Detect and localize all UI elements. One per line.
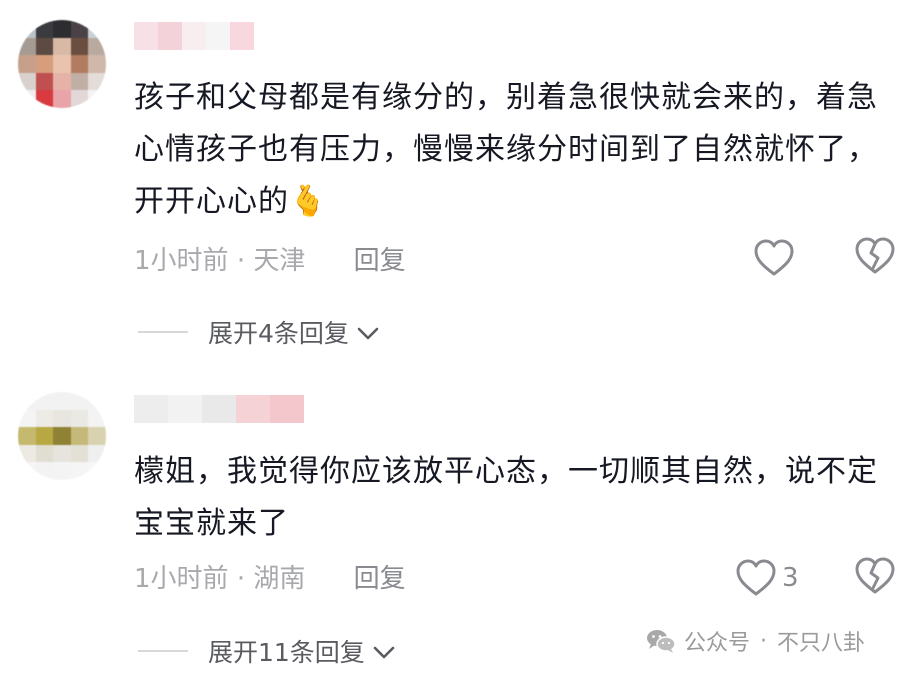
expand-replies-label: 展开11条回复 <box>208 638 365 667</box>
chevron-down-icon <box>357 318 379 347</box>
watermark-account: 不只八卦 <box>777 631 866 656</box>
avatar[interactable] <box>18 392 106 480</box>
comment-meta: 1小时前 · 湖南 回复 <box>134 564 406 594</box>
dislike-button[interactable] <box>853 556 901 600</box>
watermark-platform: 公众号 <box>684 631 751 656</box>
heart-icon <box>754 239 794 276</box>
watermark: 公众号 · 不只八卦 <box>646 625 865 657</box>
broken-heart-icon <box>855 237 895 274</box>
comment-location: 湖南 <box>253 564 306 594</box>
reply-button[interactable]: 回复 <box>354 246 406 276</box>
username-blurred[interactable] <box>134 22 254 50</box>
divider <box>138 331 188 333</box>
comment-meta: 1小时前 · 天津 回复 <box>134 246 406 276</box>
comment-body: 檬姐，我觉得你应该放平心态，一切顺其自然，说不定宝宝就来了 <box>134 454 878 541</box>
avatar[interactable] <box>18 20 106 108</box>
comment-time: 1小时前 <box>134 564 229 594</box>
expand-replies-button[interactable]: 展开11条回复 <box>138 633 395 669</box>
expand-replies-label: 展开4条回复 <box>208 319 349 348</box>
heart-icon <box>736 559 776 596</box>
divider <box>138 650 188 652</box>
comment-text: 檬姐，我觉得你应该放平心态，一切顺其自然，说不定宝宝就来了 <box>134 446 894 550</box>
like-button[interactable]: 3 <box>734 556 814 600</box>
dislike-button[interactable] <box>853 236 901 280</box>
reply-button[interactable]: 回复 <box>354 564 406 594</box>
username-blurred[interactable] <box>134 395 304 423</box>
comment-body: 孩子和父母都是有缘分的，别着急很快就会来的，着急心情孩子也有压力，慢慢来缘分时间… <box>134 80 878 219</box>
expand-replies-button[interactable]: 展开4条回复 <box>138 314 379 350</box>
like-count: 3 <box>782 563 799 593</box>
broken-heart-icon <box>855 557 895 594</box>
comment-time: 1小时前 <box>134 246 229 276</box>
comment-location: 天津 <box>253 246 306 276</box>
like-button[interactable] <box>752 236 800 280</box>
chevron-down-icon <box>373 637 395 666</box>
wechat-icon <box>647 630 676 653</box>
finger-heart-emoji: 🫰 <box>289 184 328 219</box>
comment-text: 孩子和父母都是有缘分的，别着急很快就会来的，着急心情孩子也有压力，慢慢来缘分时间… <box>134 72 894 228</box>
